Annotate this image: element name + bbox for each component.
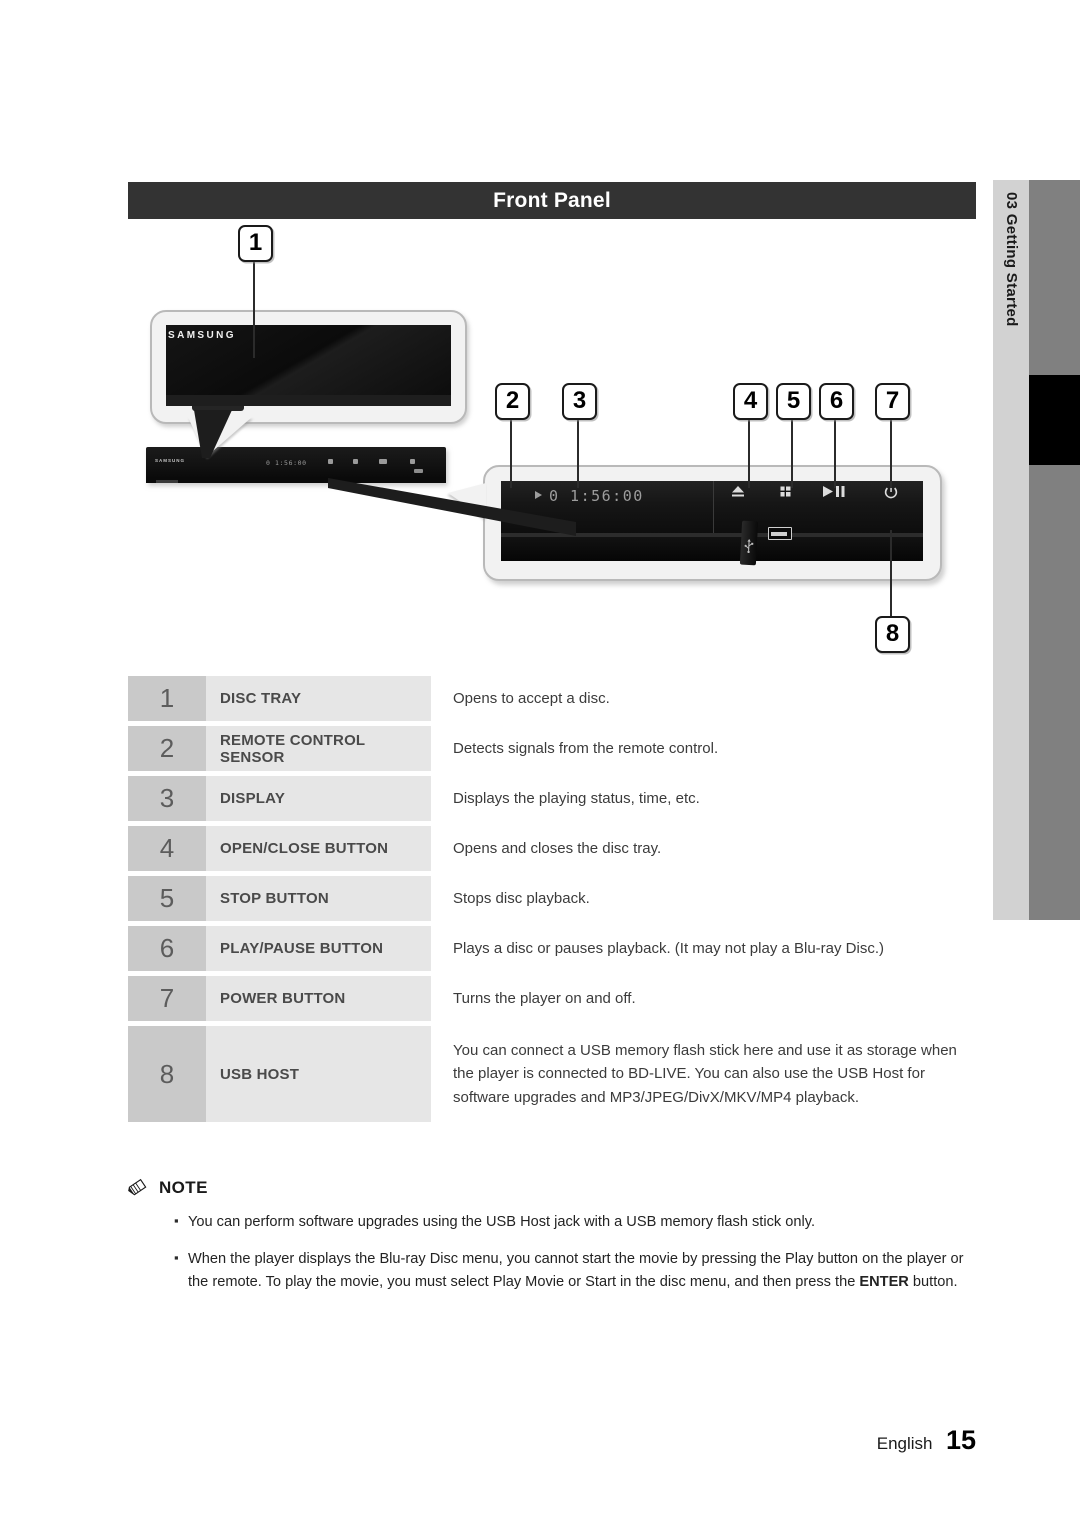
note-bullet-icon: ▪	[174, 1249, 179, 1265]
page-edge-gray-bar	[1029, 180, 1080, 920]
note-list-item: ▪ You can perform software upgrades usin…	[174, 1211, 983, 1235]
device-foot	[156, 480, 178, 483]
section-header-bar: Front Panel	[128, 182, 976, 219]
callout-5: 5	[776, 383, 811, 420]
row-description: Turns the player on and off.	[453, 989, 636, 1007]
callout-6: 6	[819, 383, 854, 420]
row-number: 6	[128, 926, 206, 971]
callout-1: 1	[238, 225, 273, 262]
callout-7: 7	[875, 383, 910, 420]
table-row: 2 REMOTE CONTROL SENSOR Detects signals …	[128, 726, 976, 771]
note-title: NOTE	[159, 1178, 208, 1197]
chapter-side-tab: 03 Getting Started	[993, 180, 1029, 920]
usb-host-port[interactable]	[768, 527, 792, 540]
table-row: 3 DISPLAY Displays the playing status, t…	[128, 776, 976, 821]
note-item-text: You can perform software upgrades using …	[188, 1214, 815, 1230]
row-description: You can connect a USB memory flash stick…	[453, 1042, 957, 1106]
front-panel-button-divider	[713, 481, 714, 533]
leader-line-4	[748, 416, 750, 488]
note-item-text-prefix: When the player displays the Blu-ray Dis…	[188, 1250, 964, 1291]
row-number: 1	[128, 676, 206, 721]
pointer-wedge-front	[328, 478, 576, 536]
row-description: Plays a disc or pauses playback. (It may…	[453, 939, 885, 957]
row-number: 4	[128, 826, 206, 871]
eject-button[interactable]	[728, 485, 748, 501]
samsung-logo: SAMSUNG	[168, 330, 236, 341]
pointer-wedge-top	[194, 410, 232, 458]
front-panel-lower-body	[501, 537, 923, 561]
callout-2: 2	[495, 383, 530, 420]
row-label: REMOTE CONTROL SENSOR	[206, 726, 431, 771]
page-edge-black-marker	[1029, 375, 1080, 465]
note-block: NOTE ▪ You can perform software upgrades…	[128, 1178, 983, 1308]
pencil-icon	[128, 1178, 147, 1196]
row-description: Detects signals from the remote control.	[453, 739, 719, 757]
note-item-text: When the player displays the Blu-ray Dis…	[188, 1248, 983, 1295]
row-label: OPEN/CLOSE BUTTON	[206, 826, 431, 871]
row-description: Opens and closes the disc tray.	[453, 839, 662, 857]
footer-page-number: 15	[945, 1425, 976, 1455]
chapter-side-tab-label: 03 Getting Started	[1003, 192, 1020, 327]
row-label: POWER BUTTON	[206, 976, 431, 1021]
callout-8: 8	[875, 616, 910, 653]
row-label: DISPLAY	[206, 776, 431, 821]
leader-line-1	[253, 258, 255, 358]
page-title: Front Panel	[493, 189, 611, 212]
note-header: NOTE	[128, 1178, 983, 1198]
stop-icon	[780, 486, 790, 497]
row-number: 8	[128, 1026, 206, 1122]
leader-line-5	[791, 416, 793, 488]
callout-4: 4	[733, 383, 768, 420]
leader-line-7	[890, 416, 892, 488]
note-item-text-suffix: button.	[908, 1274, 958, 1291]
leader-line-6	[834, 416, 836, 488]
row-label: USB HOST	[206, 1026, 431, 1122]
front-panel-diagram: 1 SAMSUNG SAMSUNG 0 1:56:00 2 3 4 5 6 7	[128, 225, 976, 665]
table-row: 8 USB HOST You can connect a USB memory …	[128, 1026, 976, 1122]
usb-flash-drive	[739, 520, 759, 566]
table-row: 4 OPEN/CLOSE BUTTON Opens and closes the…	[128, 826, 976, 871]
table-row: 7 POWER BUTTON Turns the player on and o…	[128, 976, 976, 1021]
row-number: 2	[128, 726, 206, 771]
row-number: 7	[128, 976, 206, 1021]
note-list-item: ▪ When the player displays the Blu-ray D…	[174, 1248, 983, 1295]
device-top-base-strip	[166, 395, 451, 406]
row-number: 3	[128, 776, 206, 821]
page-footer: English 15	[0, 1425, 976, 1456]
device-top-zoom-bubble: SAMSUNG	[150, 310, 467, 424]
usb-symbol-icon	[744, 539, 754, 554]
row-number: 5	[128, 876, 206, 921]
note-bullet-icon: ▪	[174, 1213, 179, 1228]
table-row: 6 PLAY/PAUSE BUTTON Plays a disc or paus…	[128, 926, 976, 971]
table-row: 5 STOP BUTTON Stops disc playback.	[128, 876, 976, 921]
front-panel-parts-table: 1 DISC TRAY Opens to accept a disc. 2 RE…	[128, 676, 976, 1127]
row-description: Opens to accept a disc.	[453, 689, 610, 707]
row-label: PLAY/PAUSE BUTTON	[206, 926, 431, 971]
row-label: DISC TRAY	[206, 676, 431, 721]
row-description: Displays the playing status, time, etc.	[453, 789, 700, 807]
eject-icon	[732, 486, 744, 497]
usb-port-inner	[771, 532, 787, 536]
table-row: 1 DISC TRAY Opens to accept a disc.	[128, 676, 976, 721]
callout-3: 3	[562, 383, 597, 420]
leader-line-8	[890, 530, 892, 617]
enter-key-emphasis: ENTER	[859, 1274, 909, 1291]
row-label: STOP BUTTON	[206, 876, 431, 921]
footer-language: English	[876, 1434, 933, 1453]
row-description: Stops disc playback.	[453, 889, 590, 907]
